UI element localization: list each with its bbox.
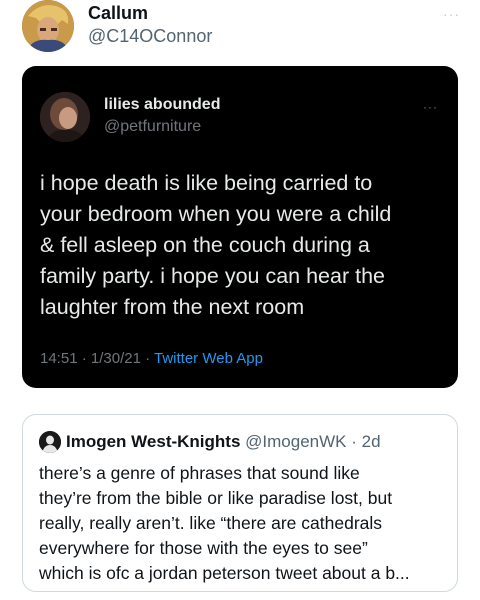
embedded-author-handle: @petfurniture [104, 118, 202, 135]
meta-separator: · [140, 350, 154, 367]
quoted-tweet-header: Imogen West-Knights @ImogenWK · 2d [39, 431, 381, 453]
tweet-header: Callum @C14OConnor ··· [20, 0, 460, 60]
quoted-tweet-age: 2d [361, 432, 381, 451]
quoted-author-name[interactable]: Imogen West-Knights [66, 432, 240, 451]
embedded-tweet-text: i hope death is like being carried to yo… [40, 171, 392, 319]
author-handle[interactable]: @C14OConnor [88, 26, 212, 47]
embedded-tweet-screenshot: lilies abounded @petfurniture ··· i hope… [22, 66, 458, 388]
embedded-author-name: lilies abounded [104, 96, 221, 113]
embedded-author-avatar [40, 92, 90, 142]
embedded-tweet-date: 1/30/21 [90, 350, 141, 367]
author-name[interactable]: Callum [88, 3, 148, 24]
ellipsis-icon[interactable]: ··· [443, 6, 460, 22]
meta-separator: · [77, 350, 91, 367]
quoted-author-avatar[interactable] [39, 431, 61, 453]
author-avatar[interactable] [22, 0, 74, 52]
embedded-tweet-app: Twitter Web App [154, 350, 263, 367]
quoted-tweet-text: there’s a genre of phrases that sound li… [39, 463, 410, 583]
quoted-tweet[interactable]: Imogen West-Knights @ImogenWK · 2d there… [22, 414, 458, 592]
quoted-author-handle[interactable]: @ImogenWK [245, 432, 346, 451]
ellipsis-icon: ··· [423, 100, 438, 114]
embedded-tweet-meta: 14:51 · 1/30/21 · Twitter Web App [40, 350, 263, 367]
embedded-tweet-time: 14:51 [40, 350, 78, 367]
meta-separator: · [346, 432, 362, 451]
